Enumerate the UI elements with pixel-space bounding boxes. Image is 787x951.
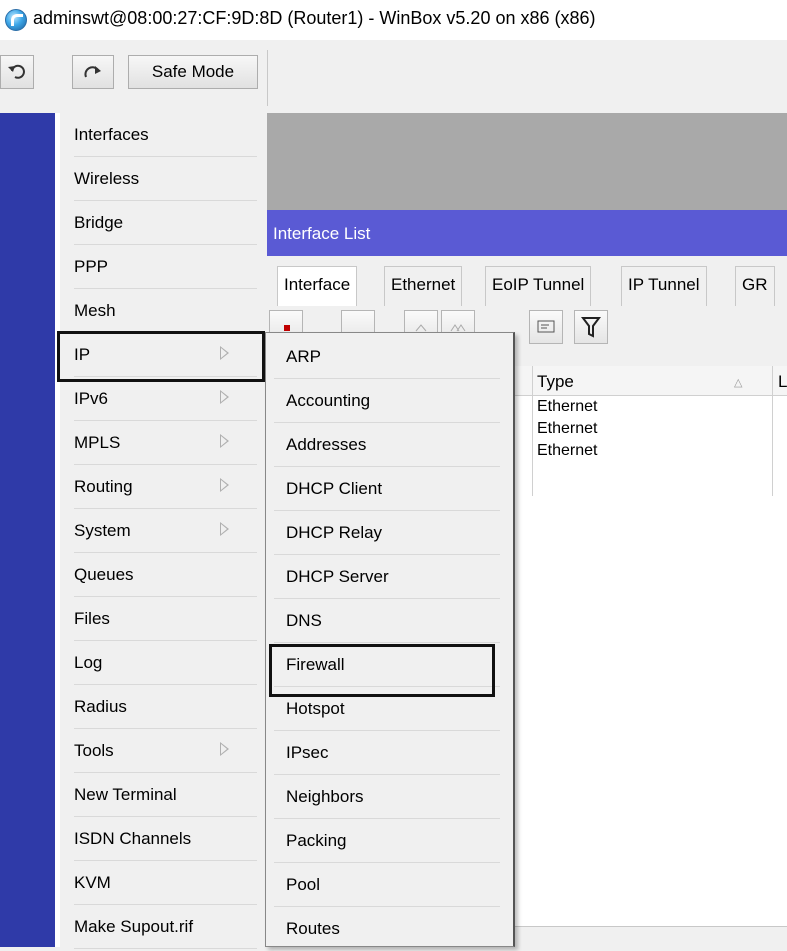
redo-button[interactable] xyxy=(72,55,114,89)
menu-item-interfaces[interactable]: Interfaces xyxy=(60,113,265,157)
submenu-arrow-icon xyxy=(220,742,229,756)
submenu-item-label: Packing xyxy=(286,831,347,850)
column-divider xyxy=(772,366,773,496)
submenu-item-arp[interactable]: ARP xyxy=(266,335,512,379)
submenu-item-label: Routes xyxy=(286,919,340,938)
submenu-arrow-icon xyxy=(220,390,229,404)
submenu-item-label: DHCP Relay xyxy=(286,523,383,542)
menu-item-radius[interactable]: Radius xyxy=(60,685,265,729)
menu-item-label: Radius xyxy=(74,697,127,716)
column-divider xyxy=(532,366,533,496)
filter-button[interactable] xyxy=(574,310,608,344)
menu-divider xyxy=(74,948,257,949)
table-row-type[interactable]: Ethernet xyxy=(537,442,597,460)
menu-item-label: Mesh xyxy=(74,301,116,320)
main-toolbar xyxy=(0,42,787,108)
menu-item-log[interactable]: Log xyxy=(60,641,265,685)
menu-item-label: Interfaces xyxy=(74,125,149,144)
submenu-item-label: DHCP Client xyxy=(286,479,383,498)
menu-item-mesh[interactable]: Mesh xyxy=(60,289,265,333)
tab-gr[interactable]: GR xyxy=(735,266,775,306)
menu-item-mpls[interactable]: MPLS xyxy=(60,421,265,465)
submenu-arrow-icon xyxy=(220,522,229,536)
undo-icon xyxy=(8,64,25,79)
submenu-item-label: Addresses xyxy=(286,435,367,454)
submenu-item-dhcp-client[interactable]: DHCP Client xyxy=(266,467,512,511)
menu-item-tools[interactable]: Tools xyxy=(60,729,265,773)
submenu-item-dhcp-relay[interactable]: DHCP Relay xyxy=(266,511,512,555)
submenu-item-label: ARP xyxy=(286,347,321,366)
menu-item-ppp[interactable]: PPP xyxy=(60,245,265,289)
menu-item-label: Routing xyxy=(74,477,133,496)
toolbar-divider xyxy=(267,50,268,106)
menu-item-label: Bridge xyxy=(74,213,124,232)
submenu-item-label: Hotspot xyxy=(286,699,345,718)
menu-item-label: Files xyxy=(74,609,110,628)
add-icon xyxy=(284,325,290,331)
undo-button[interactable] xyxy=(0,55,34,89)
submenu-item-accounting[interactable]: Accounting xyxy=(266,379,512,423)
menu-item-label: System xyxy=(74,521,131,540)
submenu-item-label: Pool xyxy=(286,875,321,894)
sidebar-brand-strip xyxy=(0,113,55,947)
sort-arrow-icon: △ xyxy=(734,377,743,389)
interface-list-title: Interface List xyxy=(273,224,371,243)
submenu-item-packing[interactable]: Packing xyxy=(266,819,512,863)
menu-item-label: Log xyxy=(74,653,103,672)
submenu-item-addresses[interactable]: Addresses xyxy=(266,423,512,467)
submenu-item-dhcp-server[interactable]: DHCP Server xyxy=(266,555,512,599)
menu-item-label: KVM xyxy=(74,873,111,892)
comment-button[interactable] xyxy=(529,310,563,344)
tab-interface[interactable]: Interface xyxy=(277,266,358,306)
menu-item-queues[interactable]: Queues xyxy=(60,553,265,597)
menu-item-new-terminal[interactable]: New Terminal xyxy=(60,773,265,817)
window-title: adminswt@08:00:27:CF:9D:8D (Router1) - W… xyxy=(33,8,596,28)
menu-item-make-supout-rif[interactable]: Make Supout.rif xyxy=(60,905,265,949)
submenu-item-ipsec[interactable]: IPsec xyxy=(266,731,512,775)
safe-mode-button[interactable]: Safe Mode xyxy=(128,55,258,89)
menu-item-label: MPLS xyxy=(74,433,121,452)
submenu-item-label: Neighbors xyxy=(286,787,364,806)
submenu-item-label: DNS xyxy=(286,611,322,630)
menu-item-label: Queues xyxy=(74,565,134,584)
submenu-arrow-icon xyxy=(220,478,229,492)
menu-item-label: PPP xyxy=(74,257,109,276)
winbox-app-icon xyxy=(5,9,27,31)
menu-item-label: Wireless xyxy=(74,169,140,188)
tab-eoip-tunnel[interactable]: EoIP Tunnel xyxy=(485,266,592,306)
menu-item-files[interactable]: Files xyxy=(60,597,265,641)
submenu-item-label: DHCP Server xyxy=(286,567,389,586)
redo-icon xyxy=(84,66,101,78)
submenu-item-routes[interactable]: Routes xyxy=(266,907,512,951)
menu-item-wireless[interactable]: Wireless xyxy=(60,157,265,201)
menu-item-kvm[interactable]: KVM xyxy=(60,861,265,905)
table-row-type[interactable]: Ethernet xyxy=(537,420,597,438)
menu-item-system[interactable]: System xyxy=(60,509,265,553)
filter-icon xyxy=(581,317,601,338)
menu-item-routing[interactable]: Routing xyxy=(60,465,265,509)
ip-submenu: ARP Accounting Addresses DHCP Client DHCP Re… xyxy=(265,332,515,951)
submenu-item-label: IPsec xyxy=(286,743,329,762)
comment-icon xyxy=(537,320,555,333)
column-header-type[interactable]: Type xyxy=(537,372,574,392)
highlight-firewall xyxy=(269,644,495,697)
menu-item-label: Make Supout.rif xyxy=(74,917,194,936)
menu-item-label: New Terminal xyxy=(74,785,177,804)
menu-item-isdn-channels[interactable]: ISDN Channels xyxy=(60,817,265,861)
submenu-item-pool[interactable]: Pool xyxy=(266,863,512,907)
menu-item-label: Tools xyxy=(74,741,114,760)
menu-item-label: IPv6 xyxy=(74,389,109,408)
menu-item-bridge[interactable]: Bridge xyxy=(60,201,265,245)
table-row-type[interactable]: Ethernet xyxy=(537,398,597,416)
submenu-item-label: Accounting xyxy=(286,391,371,410)
submenu-item-dns[interactable]: DNS xyxy=(266,599,512,643)
highlight-ip xyxy=(57,331,265,382)
menu-item-label: ISDN Channels xyxy=(74,829,192,848)
tab-ethernet[interactable]: Ethernet xyxy=(384,266,463,306)
submenu-item-neighbors[interactable]: Neighbors xyxy=(266,775,512,819)
tab-ip-tunnel[interactable]: IP Tunnel xyxy=(621,266,707,306)
menu-item-ipv6[interactable]: IPv6 xyxy=(60,377,265,421)
submenu-arrow-icon xyxy=(220,434,229,448)
column-header-next[interactable]: L xyxy=(778,372,787,392)
